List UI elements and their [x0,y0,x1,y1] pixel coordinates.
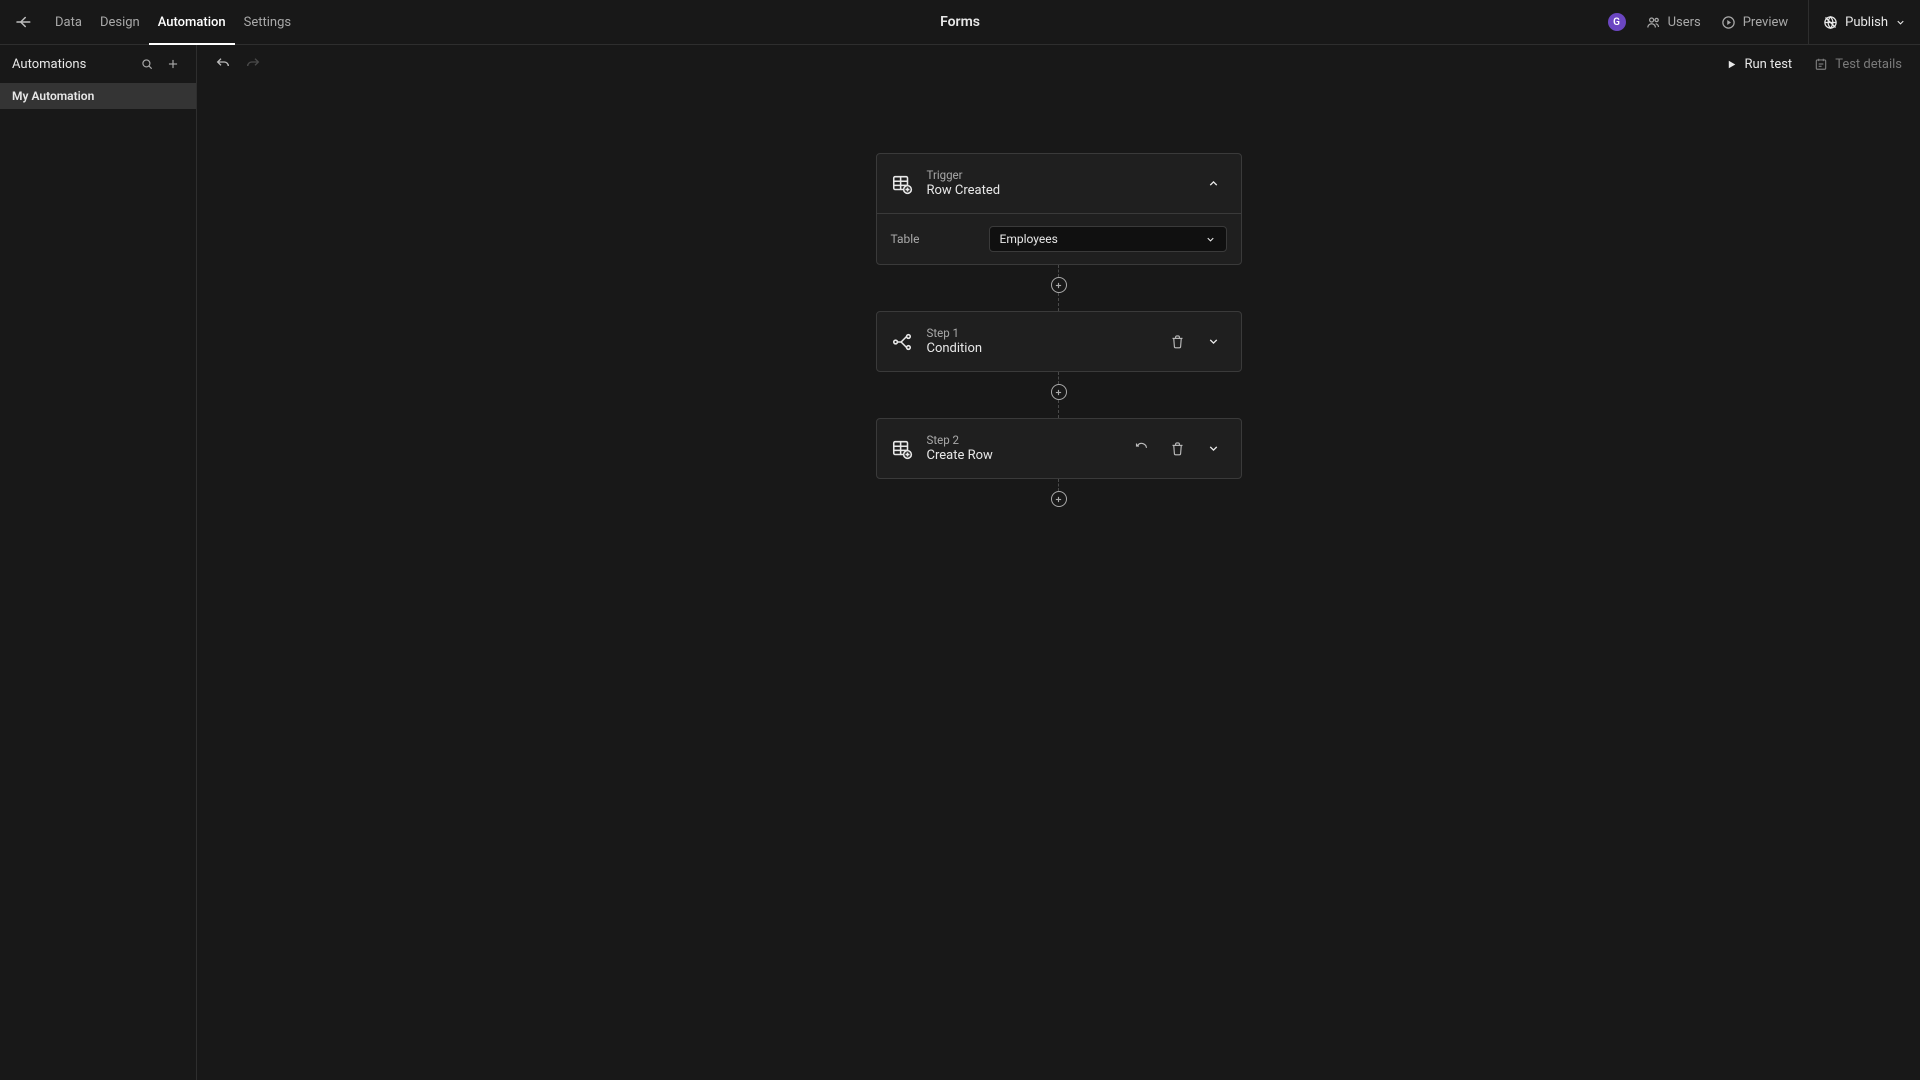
step1-card-header[interactable]: Step 1 Condition [877,312,1241,371]
automation-flow: Trigger Row Created Table Emplo [876,153,1242,507]
run-test-label: Run test [1745,57,1793,72]
chevron-down-icon [1207,335,1220,348]
play-circle-icon [1721,15,1736,30]
add-automation-button[interactable] [160,51,186,77]
publish-button[interactable]: Publish [1823,15,1888,30]
canvas-toolbar: Run test Test details [197,45,1920,83]
topbar: Data Design Automation Settings Forms G … [0,0,1920,45]
trash-icon [1170,441,1185,456]
sidebar-title: Automations [12,57,86,72]
users-label: Users [1668,15,1701,30]
chevron-up-icon [1207,177,1220,190]
preview-button[interactable]: Preview [1721,15,1788,30]
search-button[interactable] [134,51,160,77]
trash-icon [1170,334,1185,349]
step2-title: Create Row [927,448,1115,464]
test-details-icon [1814,57,1828,71]
users-button[interactable]: Users [1646,15,1701,30]
users-icon [1646,15,1661,30]
trigger-table-field-label: Table [891,232,971,246]
redo-button[interactable] [241,52,265,76]
trigger-card-header[interactable]: Trigger Row Created [877,154,1241,213]
undo-icon [215,56,231,72]
add-step-button-2[interactable] [1051,384,1067,400]
condition-icon [891,331,913,353]
expand-step2-button[interactable] [1201,436,1227,462]
trigger-table-select[interactable]: Employees [989,226,1227,252]
publish-off-icon [1823,15,1838,30]
back-button[interactable] [0,0,46,44]
tab-automation[interactable]: Automation [149,0,235,44]
plus-icon [166,57,180,71]
tab-settings[interactable]: Settings [235,0,300,44]
table-plus-icon [891,173,913,195]
delete-step2-button[interactable] [1165,436,1191,462]
table-plus-icon [891,438,913,460]
tab-data[interactable]: Data [46,0,91,44]
undo-button[interactable] [211,52,235,76]
add-step-button-3[interactable] [1051,491,1067,507]
expand-step1-button[interactable] [1201,329,1227,355]
loop-icon [1134,441,1149,456]
collapse-trigger-button[interactable] [1201,171,1227,197]
step2-label: Step 2 [927,433,1115,447]
sidebar-item-my-automation[interactable]: My Automation [0,83,196,109]
plus-icon [1054,388,1063,397]
redo-icon [245,56,261,72]
loop-step2-button[interactable] [1129,436,1155,462]
chevron-down-icon [1207,442,1220,455]
play-icon [1725,58,1738,71]
trigger-label: Trigger [927,168,1187,182]
avatar[interactable]: G [1608,13,1626,31]
chevron-down-icon [1205,234,1216,245]
publish-label: Publish [1845,15,1888,30]
step2-card-header[interactable]: Step 2 Create Row [877,419,1241,478]
sidebar: Automations My Automation [0,45,197,1080]
search-icon [140,57,154,71]
publish-dropdown[interactable] [1895,17,1906,28]
app-title: Forms [940,14,980,30]
step1-label: Step 1 [927,326,1151,340]
tab-design[interactable]: Design [91,0,149,44]
trigger-title: Row Created [927,183,1187,199]
step1-title: Condition [927,341,1151,357]
plus-icon [1054,495,1063,504]
add-step-button-1[interactable] [1051,277,1067,293]
step1-card: Step 1 Condition [876,311,1242,372]
delete-step1-button[interactable] [1165,329,1191,355]
plus-icon [1054,281,1063,290]
preview-label: Preview [1743,15,1788,30]
test-details-label: Test details [1835,57,1902,72]
arrow-left-icon [14,13,32,31]
test-details-button[interactable]: Test details [1810,53,1906,76]
trigger-table-value: Employees [1000,232,1058,246]
step2-card: Step 2 Create Row [876,418,1242,479]
trigger-card: Trigger Row Created Table Emplo [876,153,1242,265]
run-test-button[interactable]: Run test [1721,53,1797,76]
